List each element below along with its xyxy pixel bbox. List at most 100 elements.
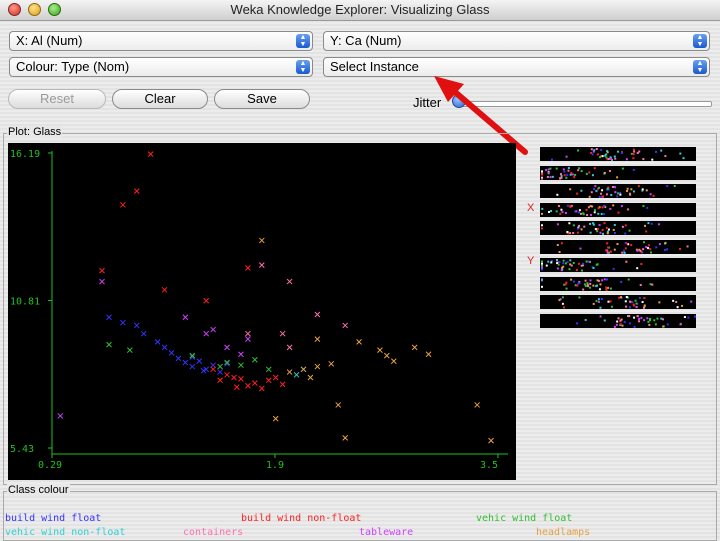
- attribute-strip[interactable]: [540, 221, 696, 235]
- class-legend-item[interactable]: tableware: [359, 527, 413, 538]
- data-point[interactable]: [286, 369, 293, 375]
- data-point[interactable]: [133, 322, 140, 329]
- data-point[interactable]: [99, 267, 105, 274]
- data-point[interactable]: [203, 330, 210, 337]
- class-legend-item[interactable]: build wind float: [5, 513, 101, 524]
- attribute-strips[interactable]: X Y: [520, 143, 710, 328]
- data-point[interactable]: [314, 311, 321, 318]
- attribute-strip[interactable]: [540, 202, 696, 217]
- zoom-window-icon[interactable]: [48, 3, 61, 16]
- data-point[interactable]: [307, 374, 314, 381]
- data-point[interactable]: [224, 344, 230, 351]
- data-point[interactable]: [238, 362, 244, 369]
- data-point[interactable]: [210, 326, 217, 333]
- data-point[interactable]: [252, 380, 258, 386]
- reset-button[interactable]: Reset: [8, 89, 106, 109]
- data-point[interactable]: [238, 376, 244, 382]
- data-point[interactable]: [106, 341, 112, 348]
- close-window-icon[interactable]: [8, 3, 21, 16]
- data-point[interactable]: [286, 344, 293, 351]
- data-point[interactable]: [245, 330, 251, 337]
- data-point[interactable]: [161, 286, 168, 293]
- data-point[interactable]: [383, 352, 390, 359]
- data-point[interactable]: [279, 381, 286, 388]
- attribute-strip[interactable]: [540, 295, 696, 309]
- data-point[interactable]: [120, 201, 126, 208]
- data-point[interactable]: [342, 322, 349, 329]
- strip-point: [576, 321, 579, 324]
- data-point[interactable]: [140, 330, 147, 337]
- data-point[interactable]: [286, 278, 293, 285]
- attribute-strip[interactable]: [540, 147, 696, 161]
- data-point[interactable]: [488, 437, 494, 444]
- data-point[interactable]: [231, 374, 237, 381]
- data-point[interactable]: [258, 237, 265, 244]
- clear-button[interactable]: Clear: [112, 89, 208, 109]
- attribute-strip[interactable]: [540, 276, 696, 291]
- class-legend-item[interactable]: headlamps: [536, 527, 590, 538]
- save-button[interactable]: Save: [214, 89, 310, 109]
- data-point[interactable]: [99, 278, 105, 285]
- attribute-strip[interactable]: [540, 165, 696, 180]
- attribute-strip[interactable]: [540, 239, 696, 254]
- data-point[interactable]: [168, 350, 175, 356]
- data-point[interactable]: [356, 339, 362, 345]
- data-point[interactable]: [245, 382, 251, 389]
- data-point[interactable]: [210, 366, 217, 373]
- colour-select[interactable]: Colour: Type (Nom) ▲ ▼: [9, 57, 313, 77]
- data-point[interactable]: [245, 265, 251, 271]
- data-point[interactable]: [335, 402, 342, 408]
- attribute-strip[interactable]: [540, 258, 696, 272]
- data-point[interactable]: [474, 402, 481, 408]
- data-point[interactable]: [411, 344, 418, 351]
- scatter-plot[interactable]: 0.29 1.9 3.5 16.19 10.81 5.43: [8, 143, 516, 480]
- data-point[interactable]: [126, 347, 133, 353]
- attribute-strip[interactable]: [540, 313, 696, 328]
- data-point[interactable]: [175, 355, 182, 362]
- data-point[interactable]: [161, 344, 168, 351]
- data-point[interactable]: [293, 371, 300, 378]
- data-point[interactable]: [238, 351, 244, 358]
- data-point[interactable]: [106, 314, 112, 321]
- data-point[interactable]: [224, 371, 230, 378]
- data-point[interactable]: [390, 358, 397, 364]
- data-point[interactable]: [182, 314, 189, 321]
- data-point[interactable]: [425, 351, 432, 358]
- data-point[interactable]: [245, 336, 251, 343]
- data-point[interactable]: [258, 385, 265, 392]
- data-point[interactable]: [217, 369, 223, 375]
- data-point[interactable]: [154, 339, 161, 345]
- data-point[interactable]: [314, 336, 321, 343]
- data-point[interactable]: [258, 262, 265, 268]
- data-point[interactable]: [342, 435, 349, 441]
- data-point[interactable]: [57, 413, 64, 419]
- minimize-window-icon[interactable]: [28, 3, 41, 16]
- data-point[interactable]: [272, 415, 279, 422]
- data-point[interactable]: [120, 319, 126, 326]
- data-point[interactable]: [314, 363, 321, 370]
- class-legend-item[interactable]: vehic wind non-float: [5, 527, 125, 538]
- data-point[interactable]: [196, 358, 203, 364]
- y-axis-select[interactable]: Y: Ca (Num) ▲ ▼: [323, 31, 710, 51]
- class-legend-item[interactable]: vehic wind float: [476, 513, 572, 524]
- data-point[interactable]: [279, 330, 286, 337]
- attribute-strip[interactable]: [540, 184, 696, 198]
- data-point[interactable]: [147, 151, 154, 157]
- data-point[interactable]: [265, 366, 272, 373]
- data-point[interactable]: [377, 347, 383, 353]
- data-point[interactable]: [300, 366, 307, 373]
- data-point[interactable]: [328, 360, 335, 367]
- data-point[interactable]: [272, 374, 279, 381]
- data-point[interactable]: [203, 297, 210, 304]
- data-point[interactable]: [217, 377, 223, 384]
- data-point[interactable]: [189, 363, 196, 370]
- data-point[interactable]: [182, 359, 189, 366]
- class-legend-item[interactable]: build wind non-float: [241, 513, 361, 524]
- class-legend-item[interactable]: containers: [183, 527, 243, 538]
- data-point[interactable]: [133, 188, 140, 194]
- data-point[interactable]: [233, 384, 240, 390]
- data-point[interactable]: [252, 356, 258, 363]
- x-axis-select[interactable]: X: Al (Num) ▲ ▼: [9, 31, 313, 51]
- data-point[interactable]: [265, 377, 272, 384]
- data-point[interactable]: [217, 363, 223, 370]
